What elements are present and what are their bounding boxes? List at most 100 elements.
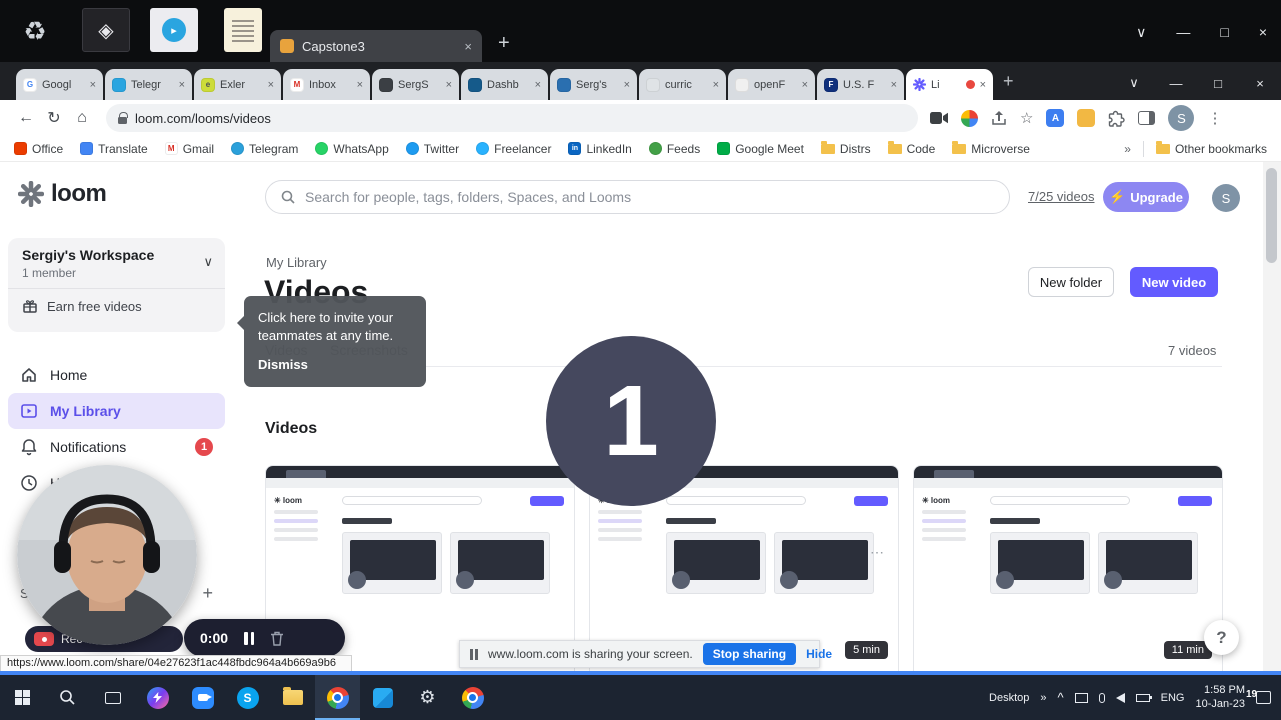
trash-button[interactable] — [270, 631, 284, 646]
browser-tab[interactable]: Telegr × — [105, 69, 192, 100]
close-tab-icon[interactable]: × — [980, 79, 986, 91]
close-tab-icon[interactable]: × — [624, 79, 630, 91]
close-tab-icon[interactable]: × — [802, 79, 808, 91]
close-tab-icon[interactable]: × — [446, 79, 452, 91]
volume-icon[interactable] — [1115, 692, 1125, 703]
address-bar[interactable]: loom.com/looms/videos — [106, 104, 918, 132]
bookmark-folder-distrs[interactable]: Distrs — [820, 140, 871, 156]
bookmark-star-icon[interactable]: ☆ — [1020, 109, 1033, 127]
taskbar-skype-button[interactable]: S — [225, 675, 270, 720]
new-video-button[interactable]: New video — [1130, 267, 1218, 297]
close-tab-icon[interactable]: × — [357, 79, 363, 91]
sidebar-item-my-library[interactable]: My Library — [8, 393, 225, 429]
taskbar-chrome-secondary-button[interactable] — [450, 675, 495, 720]
search-input[interactable] — [305, 189, 995, 205]
chrome-close-button[interactable]: × — [1239, 66, 1281, 100]
bookmark-office[interactable]: Office — [14, 142, 63, 156]
extensions-puzzle-icon[interactable] — [1108, 110, 1126, 127]
action-center-button[interactable]: 19 — [1246, 689, 1271, 704]
window-chevron-button[interactable]: ∨ — [1136, 24, 1146, 41]
scrollbar-thumb[interactable] — [1266, 168, 1277, 263]
telegram-app-icon[interactable]: ▸ — [150, 8, 198, 52]
translate-extension-icon[interactable]: A — [1046, 109, 1065, 127]
bookmark-whatsapp[interactable]: WhatsApp — [315, 142, 389, 156]
window-close-button[interactable]: × — [1259, 24, 1267, 41]
browser-tab[interactable]: F U.S. F × — [817, 69, 904, 100]
chrome-maximize-button[interactable]: □ — [1197, 66, 1239, 100]
network-icon[interactable] — [1074, 692, 1088, 703]
close-tab-icon[interactable]: × — [891, 79, 897, 91]
battery-icon[interactable] — [1135, 693, 1152, 702]
loom-profile-avatar[interactable]: S — [1212, 184, 1240, 212]
browser-menu-kebab-icon[interactable]: ⋮ — [1207, 109, 1222, 127]
bookmark-feeds[interactable]: Feeds — [648, 142, 700, 156]
tab-sharing-camera-icon[interactable] — [930, 111, 948, 125]
card-menu-kebab-icon[interactable]: ⋯ — [870, 544, 884, 561]
start-button[interactable] — [0, 675, 45, 720]
taskbar-clock[interactable]: 1:58 PM 10-Jan-23 — [1195, 684, 1245, 712]
side-panel-icon[interactable] — [1138, 111, 1156, 125]
bookmark-telegram[interactable]: Telegram — [231, 142, 298, 156]
close-tab-icon[interactable]: × — [90, 79, 96, 91]
chrome-minimize-button[interactable]: — — [1155, 66, 1197, 100]
bookmark-freelancer[interactable]: Freelancer — [476, 142, 551, 156]
browser-tab[interactable]: G Googl × — [16, 69, 103, 100]
close-tab-icon[interactable]: × — [535, 79, 541, 91]
bookmark-translate[interactable]: Translate — [80, 142, 148, 156]
home-button[interactable]: ⌂ — [68, 104, 96, 132]
webcam-bubble[interactable] — [17, 465, 197, 645]
bookmark-folder-microverse[interactable]: Microverse — [952, 140, 1030, 156]
stop-sharing-button[interactable]: Stop sharing — [702, 643, 797, 665]
language-indicator[interactable]: ENG — [1161, 692, 1185, 704]
taskbar-messenger-button[interactable] — [135, 675, 180, 720]
hide-banner-button[interactable]: Hide — [806, 647, 832, 661]
taskbar-zoom-button[interactable] — [180, 675, 225, 720]
video-quota-link[interactable]: 7/25 videos — [1028, 189, 1095, 204]
browser-tab[interactable]: openF × — [728, 69, 815, 100]
close-tab-icon[interactable]: × — [464, 39, 472, 54]
tray-expand-chevron[interactable]: ^ — [1058, 690, 1064, 705]
bookmark-google-meet[interactable]: Google Meet — [717, 142, 804, 156]
video-card[interactable]: ✳ loom 11 min — [913, 465, 1223, 675]
pause-button[interactable] — [244, 631, 255, 645]
sidebar-item-home[interactable]: Home — [8, 357, 225, 393]
bookmark-folder-code[interactable]: Code — [887, 140, 935, 156]
background-window-tab[interactable]: Capstone3 × — [270, 30, 482, 62]
other-bookmarks-button[interactable]: Other bookmarks — [1155, 140, 1267, 156]
page-scrollbar[interactable] — [1263, 162, 1281, 675]
browser-profile-avatar[interactable]: S — [1168, 105, 1195, 131]
bookmark-twitter[interactable]: Twitter — [405, 142, 459, 156]
upgrade-button[interactable]: ⚡ Upgrade — [1103, 182, 1189, 212]
close-tab-icon[interactable]: × — [713, 79, 719, 91]
bookmark-gmail[interactable]: M Gmail — [164, 142, 214, 156]
dismiss-button[interactable]: Dismiss — [258, 356, 412, 374]
bookmarks-overflow-chevron[interactable]: » — [1124, 142, 1131, 156]
help-button[interactable]: ? — [1204, 620, 1239, 655]
bookmark-linkedin[interactable]: in LinkedIn — [568, 142, 632, 156]
document-icon[interactable] — [224, 8, 262, 52]
unity-app-icon[interactable]: ◈ — [82, 8, 130, 52]
new-tab-button[interactable]: + — [498, 32, 510, 55]
taskbar-chrome-button[interactable] — [315, 675, 360, 720]
taskbar-file-explorer-button[interactable] — [270, 675, 315, 720]
browser-tab[interactable]: Serg's × — [550, 69, 637, 100]
toolbar-overflow-chevron[interactable]: » — [1040, 692, 1046, 704]
share-icon[interactable] — [991, 110, 1007, 126]
reload-button[interactable]: ↻ — [40, 104, 68, 132]
new-folder-button[interactable]: New folder — [1028, 267, 1114, 297]
loom-search-bar[interactable] — [265, 180, 1010, 214]
earn-free-videos-button[interactable]: Earn free videos — [8, 291, 225, 321]
task-view-button[interactable] — [90, 675, 135, 720]
notes-extension-icon[interactable] — [1077, 109, 1096, 127]
add-space-button[interactable]: + — [202, 583, 213, 604]
browser-tab[interactable]: M Inbox × — [283, 69, 370, 100]
browser-tab-active[interactable]: Li × — [906, 69, 993, 100]
browser-tab[interactable]: Dashb × — [461, 69, 548, 100]
back-button[interactable]: ← — [12, 104, 40, 132]
tab-search-chevron-button[interactable]: ∨ — [1113, 66, 1155, 100]
browser-tab[interactable]: SergS × — [372, 69, 459, 100]
workspace-selector[interactable]: Sergiy's Workspace 1 member ∨ — [8, 238, 225, 286]
browser-tab[interactable]: curric × — [639, 69, 726, 100]
taskbar-vscode-button[interactable] — [360, 675, 405, 720]
new-tab-button[interactable]: + — [1003, 71, 1014, 92]
